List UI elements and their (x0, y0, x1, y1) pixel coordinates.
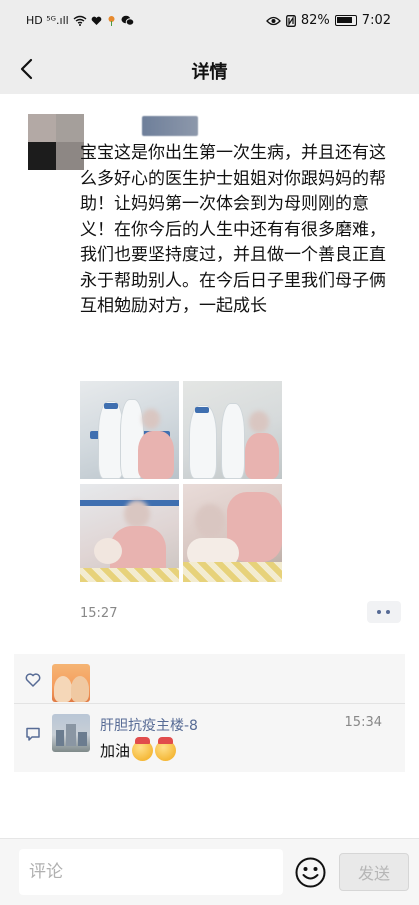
status-left-indicators: HD ⁵ᴳ.ıll (26, 14, 134, 27)
battery-percent: 82% (300, 13, 330, 28)
comment-text: 加油 (100, 737, 177, 761)
commenter-name[interactable]: 肝胆抗疫主楼-8 (100, 715, 198, 735)
photo-1[interactable] (80, 381, 179, 479)
flower-app-icon (108, 16, 115, 26)
comment-item: 肝胆抗疫主楼-8 15:34 加油 (14, 706, 405, 772)
party-emoji-icon (155, 737, 177, 761)
eye-icon (266, 16, 281, 25)
commenter-avatar[interactable] (52, 714, 90, 752)
comment-bar: 发送 (0, 838, 419, 905)
status-right-indicators: 82% 7:02 (266, 13, 391, 28)
comment-body: 加油 (100, 742, 131, 760)
photo-2[interactable] (183, 381, 282, 479)
nfc-icon (285, 14, 296, 27)
author-avatar[interactable] (28, 114, 84, 170)
comment-bubble-icon (26, 727, 40, 741)
battery-icon (334, 15, 357, 26)
more-dots-icon[interactable] (367, 601, 401, 623)
likes-row (14, 654, 405, 704)
post-text: 宝宝这是你出生第一次生病，并且还有这么多好心的医生护士姐姐对你跟妈妈的帮助！让妈… (80, 143, 386, 316)
heart-app-icon (91, 16, 102, 25)
status-bar: HD ⁵ᴳ.ıll 82% 7:02 (0, 0, 419, 44)
liker-avatar[interactable] (52, 664, 90, 702)
comment-time: 15:34 (344, 715, 382, 730)
send-button[interactable]: 发送 (339, 853, 409, 891)
smiley-face-icon[interactable] (295, 857, 326, 888)
status-time: 7:02 (361, 13, 391, 28)
post-time: 15:27 (80, 606, 118, 621)
party-emoji-icon (132, 737, 154, 761)
heart-icon (25, 673, 41, 687)
comment-input[interactable] (19, 849, 283, 895)
photo-grid (80, 381, 282, 582)
interaction-panel: 肝胆抗疫主楼-8 15:34 加油 (14, 654, 405, 772)
photo-3[interactable] (80, 484, 179, 582)
photo-4[interactable] (183, 484, 282, 582)
page-title: 详情 (191, 62, 228, 83)
network-indicators: HD ⁵ᴳ.ıll (26, 14, 69, 27)
moment-detail: 宝宝这是你出生第一次生病，并且还有这么多好心的医生护士姐姐对你跟妈妈的帮助！让妈… (0, 94, 419, 838)
wechat-icon (121, 15, 134, 26)
author-name-blurred[interactable] (142, 116, 198, 136)
navigation-bar: 详情 (0, 44, 419, 94)
wifi-icon (73, 15, 87, 26)
